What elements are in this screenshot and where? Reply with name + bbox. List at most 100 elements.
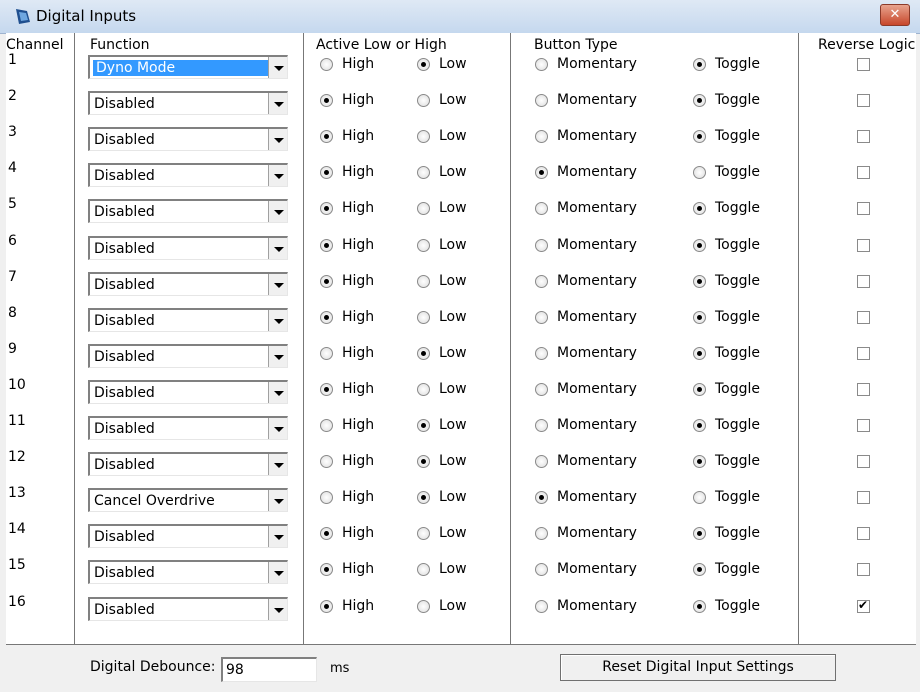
chevron-down-icon[interactable] [268, 237, 287, 259]
function-dropdown[interactable]: Dyno Mode [88, 55, 288, 79]
reverse-logic-checkbox[interactable] [857, 527, 870, 541]
reverse-logic-checkbox[interactable] [857, 455, 870, 469]
radio-icon [693, 94, 706, 108]
channel-row: 4 Disabled High Low Momentary Toggle [6, 160, 916, 196]
radio-icon [535, 238, 548, 252]
function-dropdown[interactable]: Disabled [88, 379, 288, 404]
radio-icon [693, 563, 706, 577]
radio-icon [320, 166, 333, 180]
radio-icon [417, 563, 430, 577]
function-dropdown[interactable]: Disabled [88, 271, 288, 296]
function-value: Disabled [94, 457, 155, 474]
channel-number: 10 [8, 376, 26, 393]
radio-icon [417, 58, 430, 71]
reverse-logic-checkbox[interactable] [857, 166, 870, 180]
chevron-down-icon[interactable] [268, 526, 287, 548]
chevron-down-icon[interactable] [268, 345, 287, 367]
function-dropdown[interactable]: Disabled [88, 560, 288, 585]
chevron-down-icon[interactable] [268, 490, 287, 512]
active-level-header: Active Low or High [316, 37, 447, 53]
reverse-logic-checkbox[interactable] [857, 238, 870, 252]
function-value: Disabled [94, 565, 155, 582]
reverse-logic-checkbox[interactable] [857, 310, 870, 324]
function-dropdown[interactable]: Disabled [88, 524, 288, 549]
channel-number: 7 [8, 268, 17, 285]
reset-settings-button[interactable]: Reset Digital Input Settings [560, 654, 836, 681]
channel-number: 3 [8, 124, 17, 141]
close-icon: ✕ [889, 7, 901, 22]
chevron-down-icon[interactable] [268, 201, 287, 223]
radio-icon [535, 130, 548, 144]
reverse-logic-checkbox[interactable] [857, 130, 870, 144]
reverse-logic-checkbox[interactable] [857, 274, 870, 288]
inputs-table: Channel Function Active Low or High Butt… [6, 33, 916, 644]
channel-number: 12 [8, 449, 26, 466]
chevron-down-icon[interactable] [268, 598, 287, 620]
reverse-logic-checkbox[interactable] [857, 382, 870, 396]
function-value: Disabled [94, 276, 155, 293]
reverse-logic-checkbox[interactable] [857, 419, 870, 432]
radio-icon [535, 346, 548, 360]
chevron-down-icon[interactable] [268, 93, 287, 115]
radio-icon [535, 599, 548, 613]
function-dropdown[interactable]: Cancel Overdrive [88, 488, 288, 513]
radio-icon [320, 346, 333, 360]
radio-icon [417, 202, 430, 216]
function-dropdown[interactable]: Disabled [88, 127, 288, 152]
reverse-logic-checkbox[interactable] [857, 94, 870, 108]
function-dropdown[interactable]: Disabled [88, 235, 288, 260]
function-dropdown[interactable]: Disabled [88, 596, 288, 621]
debounce-input[interactable] [221, 657, 317, 682]
channel-number: 13 [8, 485, 26, 502]
radio-icon [320, 563, 333, 577]
reverse-logic-checkbox[interactable] [857, 346, 870, 360]
function-dropdown[interactable]: Disabled [88, 163, 288, 188]
channel-row: 11 Disabled High Low Momentary Toggle [6, 413, 916, 449]
chevron-down-icon[interactable] [268, 454, 287, 476]
channel-row: 9 Disabled High Low Momentary Toggle [6, 341, 916, 377]
reverse-logic-checkbox[interactable] [857, 58, 870, 71]
reverse-logic-checkbox[interactable] [857, 491, 870, 505]
radio-icon [320, 94, 333, 108]
chevron-down-icon[interactable] [268, 165, 287, 187]
chevron-down-icon[interactable] [268, 562, 287, 584]
radio-icon [693, 599, 706, 613]
radio-icon [417, 94, 430, 108]
chevron-down-icon[interactable] [268, 273, 287, 295]
function-dropdown[interactable]: Disabled [88, 452, 288, 477]
function-dropdown[interactable]: Disabled [88, 91, 288, 116]
chevron-down-icon[interactable] [268, 57, 287, 78]
function-dropdown[interactable]: Disabled [88, 307, 288, 332]
close-button[interactable]: ✕ [880, 4, 910, 26]
function-dropdown[interactable]: Disabled [88, 416, 288, 440]
chevron-down-icon[interactable] [268, 381, 287, 403]
radio-icon [320, 527, 333, 541]
radio-icon [320, 491, 333, 505]
reverse-logic-checkbox[interactable] [857, 202, 870, 216]
reverse-logic-checkbox[interactable] [857, 598, 870, 613]
chevron-down-icon[interactable] [268, 418, 287, 439]
function-dropdown[interactable]: Disabled [88, 343, 288, 368]
channel-number: 2 [8, 88, 17, 105]
digital-inputs-window: Digital Inputs ✕ Channel Function Active… [0, 0, 920, 692]
reverse-logic-checkbox[interactable] [857, 563, 870, 577]
function-dropdown[interactable]: Disabled [88, 199, 288, 224]
chevron-down-icon[interactable] [268, 129, 287, 151]
radio-icon [535, 419, 548, 432]
channel-row: 1 Dyno Mode High Low Momentary Toggle [6, 52, 916, 88]
chevron-down-icon[interactable] [268, 309, 287, 331]
function-header: Function [90, 37, 150, 53]
channel-number: 11 [8, 413, 26, 429]
radio-icon [417, 310, 430, 324]
function-value: Disabled [94, 96, 155, 113]
radio-icon [693, 238, 706, 252]
radio-icon [693, 202, 706, 216]
radio-icon [320, 274, 333, 288]
radio-icon [535, 94, 548, 108]
radio-icon [417, 130, 430, 144]
radio-icon [320, 382, 333, 396]
button-type-header: Button Type [534, 37, 618, 53]
channel-row: 2 Disabled High Low Momentary Toggle [6, 88, 916, 124]
radio-icon [693, 274, 706, 288]
channel-row: 7 Disabled High Low Momentary Toggle [6, 269, 916, 305]
